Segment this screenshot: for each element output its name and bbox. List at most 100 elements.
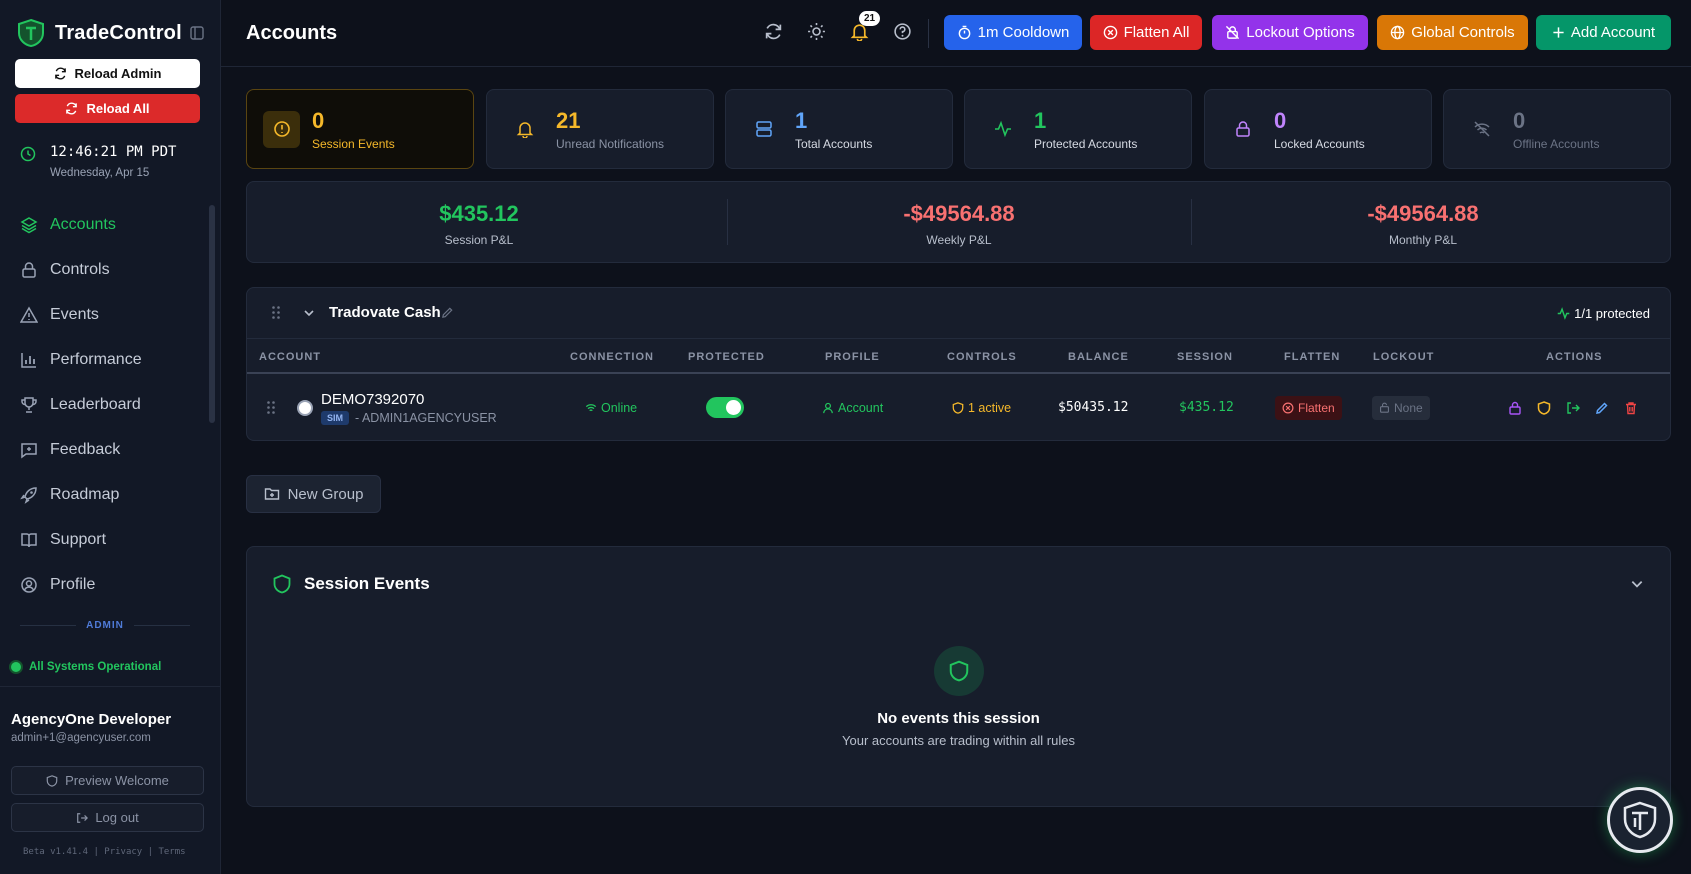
sun-icon[interactable]: [804, 19, 828, 43]
trophy-icon: [21, 396, 37, 413]
new-group-button[interactable]: New Group: [246, 475, 381, 513]
lock-icon[interactable]: [1508, 401, 1522, 415]
admin-label: ADMIN: [86, 620, 124, 631]
nav-item-events[interactable]: Events: [0, 292, 208, 337]
profile-name: Account: [838, 400, 884, 415]
drag-handle-icon[interactable]: [271, 305, 281, 320]
session-cell: $435.12: [1179, 400, 1234, 415]
timer-icon: [958, 25, 970, 40]
sidebar-scrollbar[interactable]: [209, 205, 215, 423]
stat-session-events[interactable]: 0 Session Events: [246, 89, 474, 169]
plus-icon: [1553, 27, 1564, 38]
divider: [0, 686, 220, 687]
notifications-bell-icon[interactable]: 21: [847, 11, 881, 43]
flatten-cell: Flatten: [1275, 375, 1342, 440]
admin-separator: ADMIN: [20, 620, 190, 631]
nav-item-leaderboard[interactable]: Leaderboard: [0, 382, 208, 427]
sidebar-nav: Accounts Controls Events Performance Lea…: [0, 202, 208, 607]
help-icon[interactable]: [890, 19, 914, 43]
stat-label: Unread Notifications: [556, 136, 665, 151]
row-select-radio[interactable]: [297, 375, 313, 440]
shield-icon: [273, 574, 291, 594]
lock-off-icon: [1226, 25, 1240, 40]
weekly-pnl-value: -$49564.88: [903, 201, 1015, 226]
notification-badge: 21: [859, 11, 881, 26]
nav-item-support[interactable]: Support: [0, 517, 208, 562]
column-header: LOCKOUT: [1373, 351, 1435, 363]
global-controls-button[interactable]: Global Controls: [1377, 15, 1528, 50]
flatten-all-button[interactable]: Flatten All: [1090, 15, 1202, 50]
stat-label: Total Accounts: [795, 136, 873, 151]
stat-total-accounts[interactable]: 1 Total Accounts: [725, 89, 953, 169]
chevron-down-icon[interactable]: [303, 307, 315, 319]
globe-icon: [1391, 25, 1405, 40]
shield-icon[interactable]: [1537, 400, 1551, 415]
flatten-button[interactable]: Flatten: [1275, 395, 1342, 420]
rocket-icon: [20, 486, 37, 504]
stat-offline-accounts[interactable]: 0 Offline Accounts: [1443, 89, 1671, 169]
row-drag-handle-icon[interactable]: [266, 375, 276, 440]
sidebar-collapse-icon[interactable]: [190, 26, 204, 40]
reload-all-label: Reload All: [86, 101, 150, 116]
column-header: SESSION: [1177, 351, 1233, 363]
assistant-shield-button[interactable]: [1607, 787, 1673, 853]
nav-label: Roadmap: [50, 485, 120, 503]
stat-value: 0: [1274, 107, 1287, 133]
reload-all-button[interactable]: Reload All: [15, 94, 200, 123]
stat-unread-notifications[interactable]: 21 Unread Notifications: [486, 89, 714, 169]
controls-cell[interactable]: 1 active: [952, 375, 1011, 440]
stat-locked-accounts[interactable]: 0 Locked Accounts: [1204, 89, 1432, 169]
session-events-panel: Session Events No events this session Yo…: [246, 546, 1671, 807]
preview-welcome-button[interactable]: Preview Welcome: [11, 766, 204, 795]
user-name: AgencyOne Developer: [11, 711, 172, 728]
clock-icon: [20, 146, 36, 179]
stat-value: 1: [795, 107, 808, 133]
cooldown-button[interactable]: 1m Cooldown: [944, 15, 1082, 50]
logout-button[interactable]: Log out: [11, 803, 204, 832]
lockout-status[interactable]: None: [1372, 395, 1430, 420]
session-pnl-value: $435.12: [439, 201, 519, 226]
x-circle-icon: [1282, 402, 1294, 413]
shield-logo-icon: [16, 18, 46, 48]
refresh-icon[interactable]: [761, 19, 785, 43]
nav-item-controls[interactable]: Controls: [0, 247, 208, 292]
edit-pencil-icon[interactable]: [1595, 401, 1609, 415]
nav-item-performance[interactable]: Performance: [0, 337, 208, 382]
nav-label: Events: [50, 305, 99, 323]
stat-label: Protected Accounts: [1034, 136, 1138, 151]
preview-welcome-label: Preview Welcome: [65, 773, 169, 788]
alert-circle-icon: [263, 110, 300, 148]
add-account-button[interactable]: Add Account: [1536, 15, 1671, 50]
table-row[interactable]: DEMO7392070 SIM - ADMIN1AGENCYUSER Onlin…: [247, 375, 1670, 440]
pencil-icon[interactable]: [441, 306, 454, 319]
controls-count: 1 active: [968, 400, 1012, 415]
trash-icon[interactable]: [1624, 401, 1638, 415]
nav-item-accounts[interactable]: Accounts: [0, 202, 208, 247]
nav-item-roadmap[interactable]: Roadmap: [0, 472, 208, 517]
column-header: CONTROLS: [947, 351, 1017, 363]
stat-protected-accounts[interactable]: 1 Protected Accounts: [964, 89, 1192, 169]
lockout-label: None: [1394, 400, 1423, 415]
connection-status: Online: [601, 400, 638, 415]
column-header: PROTECTED: [688, 351, 765, 363]
reload-admin-button[interactable]: Reload Admin: [15, 59, 200, 88]
sign-out-icon[interactable]: [1566, 401, 1580, 415]
profile-cell[interactable]: Account: [822, 375, 883, 440]
protected-toggle[interactable]: [706, 397, 744, 418]
nav-item-profile[interactable]: Profile: [0, 562, 208, 607]
cooldown-label: 1m Cooldown: [977, 24, 1070, 41]
chevron-down-icon[interactable]: [1630, 577, 1644, 591]
protected-summary-text: 1/1 protected: [1574, 306, 1650, 321]
shield-logo-icon: [1623, 801, 1657, 839]
wifi-icon: [585, 403, 597, 411]
nav-item-feedback[interactable]: Feedback: [0, 427, 208, 472]
session-events-header[interactable]: Session Events: [272, 574, 430, 594]
brand: TradeControl: [0, 0, 220, 66]
version-footer[interactable]: Beta v1.41.4 | Privacy | Terms: [23, 847, 186, 857]
nav-label: Support: [50, 530, 107, 548]
add-account-label: Add Account: [1570, 24, 1656, 41]
session-pnl: $435.12 Session P&L: [247, 182, 711, 262]
lockout-options-button[interactable]: Lockout Options: [1212, 15, 1368, 50]
stat-value: 0: [1513, 107, 1526, 133]
protected-cell: [706, 375, 744, 440]
